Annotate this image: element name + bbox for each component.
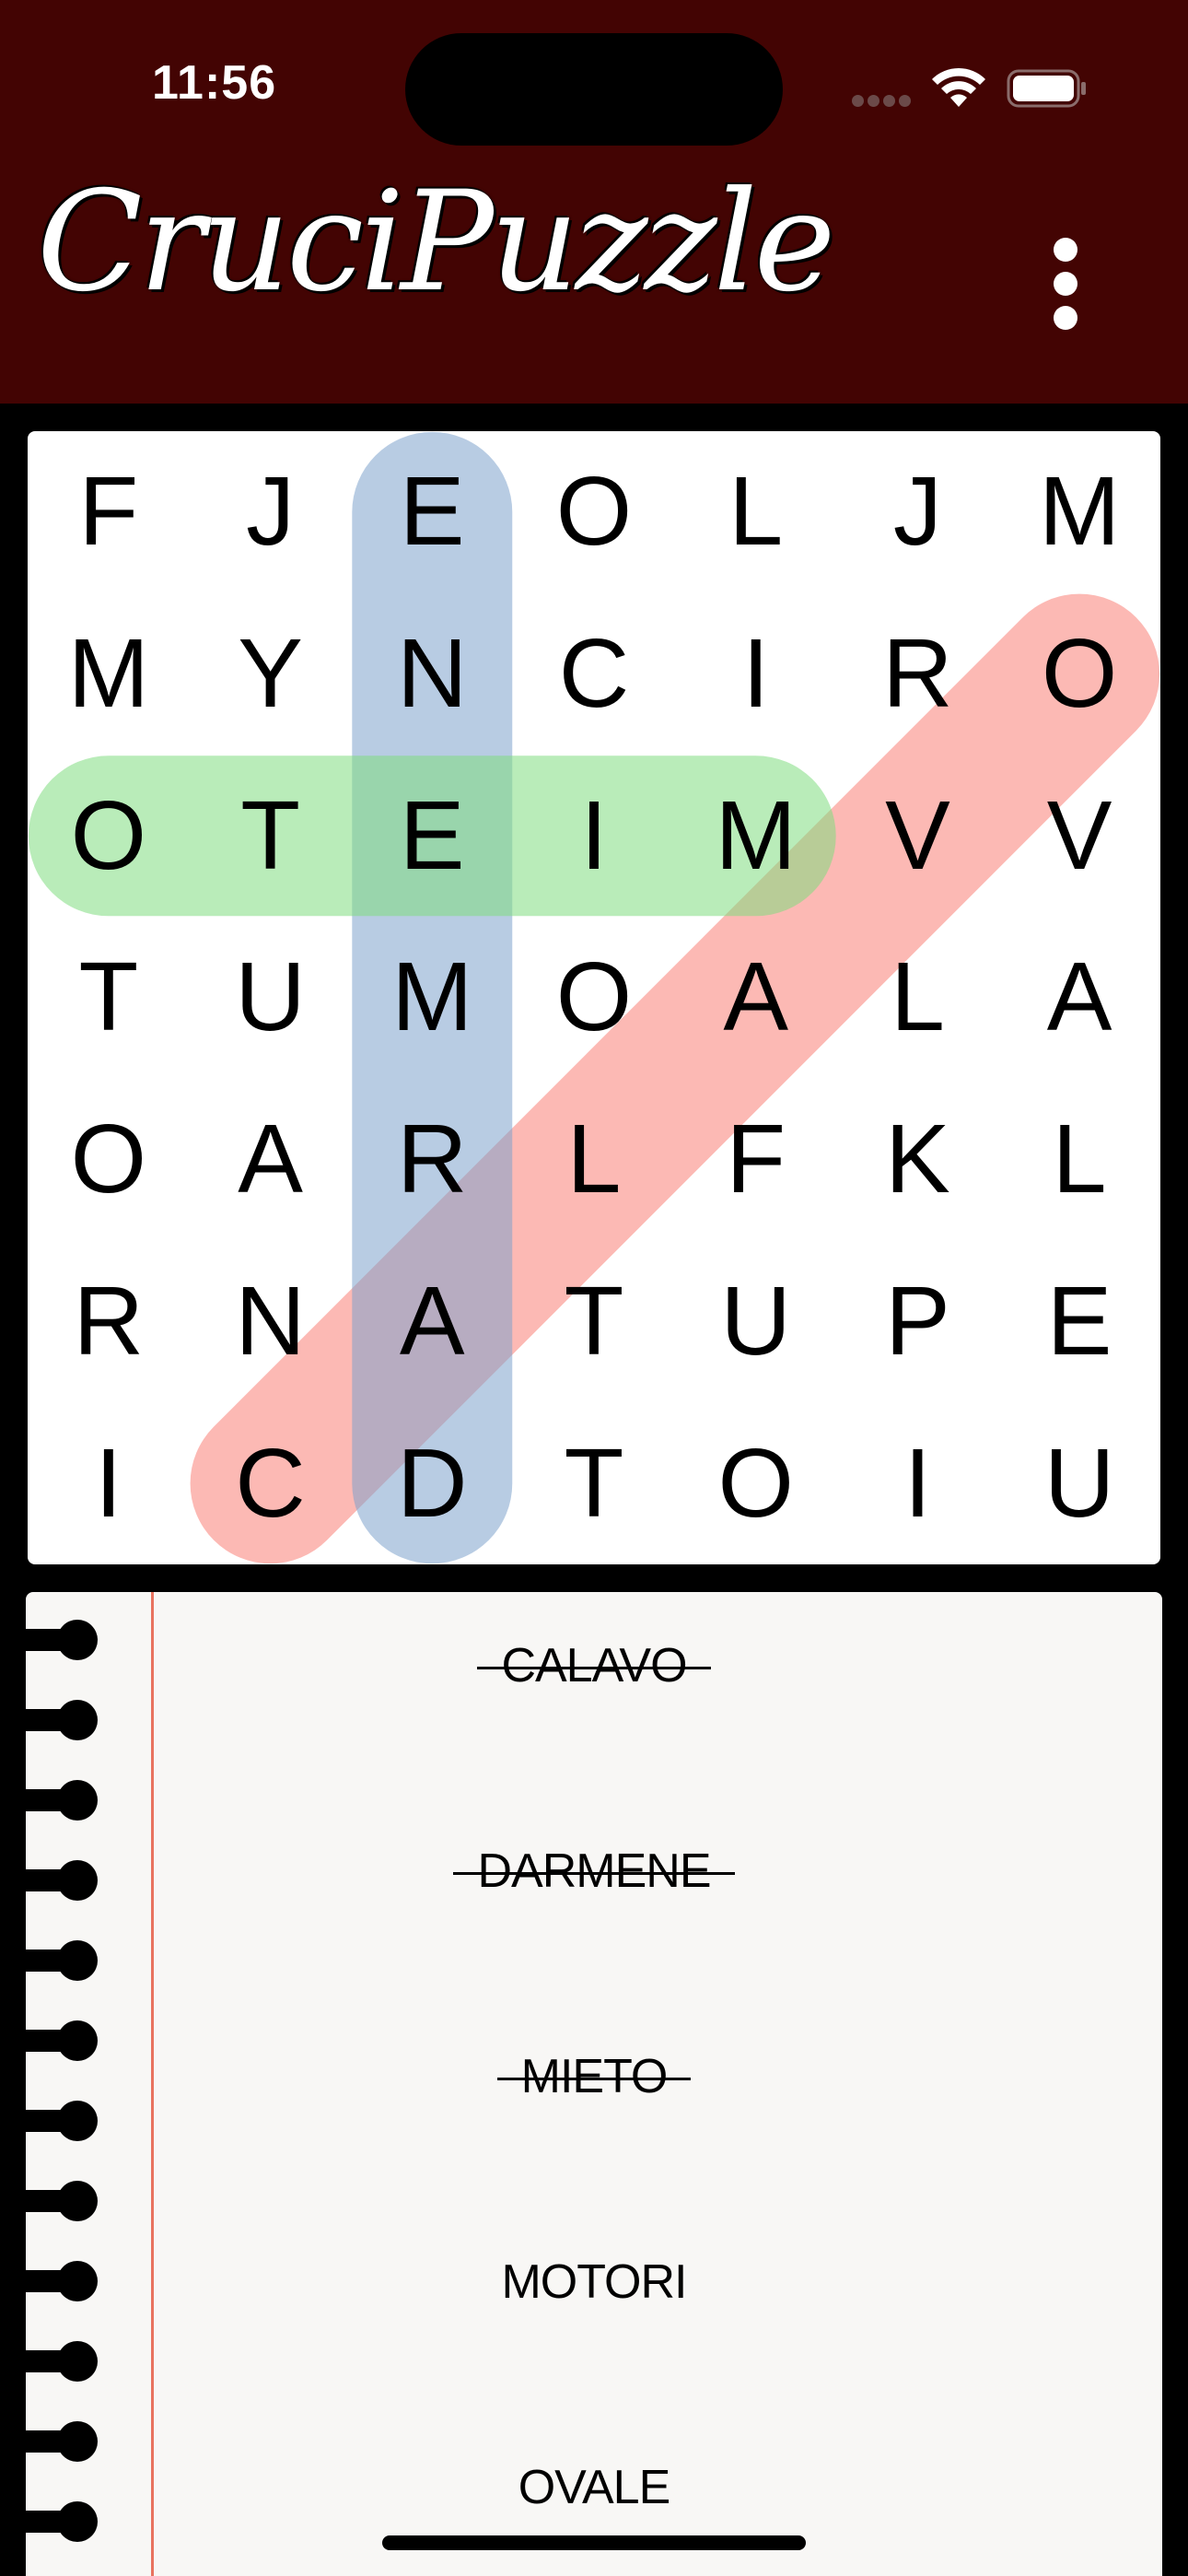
grid-cell[interactable]: T <box>28 917 190 1079</box>
grid-cell[interactable]: R <box>351 1079 513 1241</box>
grid-cell[interactable]: R <box>28 1241 190 1403</box>
grid-cell[interactable]: A <box>998 917 1160 1079</box>
app-title: CruciPuzzle <box>37 162 835 322</box>
word-list-item: MIETO <box>26 2049 1162 2104</box>
word-list-item: CALAVO <box>26 1638 1162 1693</box>
grid-cell[interactable]: P <box>837 1241 999 1403</box>
grid-cell[interactable]: F <box>675 1079 837 1241</box>
grid-cell[interactable]: O <box>998 593 1160 755</box>
vertical-ellipsis-icon <box>1054 238 1077 262</box>
grid-cell[interactable]: A <box>351 1241 513 1403</box>
grid-cell[interactable]: L <box>998 1079 1160 1241</box>
puzzle-board[interactable]: FJEOLJMMYNCIROOTEIMVVTUMOALAOARLFKLRNATU… <box>28 431 1160 1564</box>
grid-cell[interactable]: O <box>28 755 190 917</box>
grid-cell[interactable]: C <box>513 593 675 755</box>
word-text: MIETO <box>496 2049 692 2104</box>
vertical-ellipsis-icon-dot <box>1054 272 1077 296</box>
more-options-button[interactable] <box>1041 228 1092 339</box>
grid-cell[interactable]: M <box>675 755 837 917</box>
grid-cell[interactable]: V <box>837 755 999 917</box>
grid-cell[interactable]: U <box>998 1402 1160 1564</box>
grid-cell[interactable]: L <box>675 431 837 593</box>
word-list: CALAVO DARMENE MIETO MOTORI OVALE <box>26 1592 1162 2576</box>
grid-cell[interactable]: Y <box>190 593 352 755</box>
grid-cell[interactable]: K <box>837 1079 999 1241</box>
letter-grid: FJEOLJMMYNCIROOTEIMVVTUMOALAOARLFKLRNATU… <box>28 431 1160 1564</box>
grid-cell[interactable]: A <box>190 1079 352 1241</box>
grid-cell[interactable]: C <box>190 1402 352 1564</box>
home-indicator <box>382 2535 806 2550</box>
grid-cell[interactable]: N <box>351 593 513 755</box>
grid-cell[interactable]: I <box>675 593 837 755</box>
grid-cell[interactable]: A <box>675 917 837 1079</box>
cellular-signal-icon <box>852 95 913 108</box>
grid-cell[interactable]: J <box>837 431 999 593</box>
grid-cell[interactable]: I <box>28 1402 190 1564</box>
grid-cell[interactable]: I <box>837 1402 999 1564</box>
word-text: DARMENE <box>453 1844 735 1899</box>
grid-cell[interactable]: M <box>28 593 190 755</box>
grid-cell[interactable]: T <box>513 1402 675 1564</box>
word-text: MOTORI <box>501 2255 687 2309</box>
grid-cell[interactable]: E <box>351 431 513 593</box>
grid-cell[interactable]: U <box>190 917 352 1079</box>
dynamic-island <box>405 33 783 146</box>
grid-cell[interactable]: L <box>513 1079 675 1241</box>
wifi-icon <box>932 67 985 107</box>
grid-cell[interactable]: N <box>190 1241 352 1403</box>
grid-cell[interactable]: O <box>28 1079 190 1241</box>
grid-cell[interactable]: J <box>190 431 352 593</box>
header-bar: 11:56 CruciPuzzle <box>0 0 1188 404</box>
grid-cell[interactable]: R <box>837 593 999 755</box>
grid-cell[interactable]: O <box>513 431 675 593</box>
grid-cell[interactable]: E <box>998 1241 1160 1403</box>
grid-cell[interactable]: E <box>351 755 513 917</box>
word-text: CALAVO <box>477 1638 711 1693</box>
word-list-item: DARMENE <box>26 1844 1162 1899</box>
word-list-notebook: CALAVO DARMENE MIETO MOTORI OVALE <box>26 1592 1162 2576</box>
grid-cell[interactable]: M <box>998 431 1160 593</box>
grid-cell[interactable]: T <box>513 1241 675 1403</box>
word-text: OVALE <box>518 2461 671 2514</box>
grid-cell[interactable]: M <box>351 917 513 1079</box>
grid-cell[interactable]: L <box>837 917 999 1079</box>
grid-cell[interactable]: U <box>675 1241 837 1403</box>
grid-cell[interactable]: I <box>513 755 675 917</box>
grid-cell[interactable]: F <box>28 431 190 593</box>
vertical-ellipsis-icon-dot <box>1054 306 1077 330</box>
word-list-item: MOTORI <box>26 2254 1162 2310</box>
word-list-item: OVALE <box>26 2460 1162 2515</box>
grid-cell[interactable]: O <box>675 1402 837 1564</box>
app-screen: 11:56 CruciPuzzle FJEOLJMMYNCIROOTEIMVVT… <box>0 0 1188 2576</box>
battery-icon <box>1007 69 1086 108</box>
grid-cell[interactable]: V <box>998 755 1160 917</box>
status-time: 11:56 <box>152 56 277 110</box>
grid-cell[interactable]: O <box>513 917 675 1079</box>
grid-cell[interactable]: T <box>190 755 352 917</box>
grid-cell[interactable]: D <box>351 1402 513 1564</box>
